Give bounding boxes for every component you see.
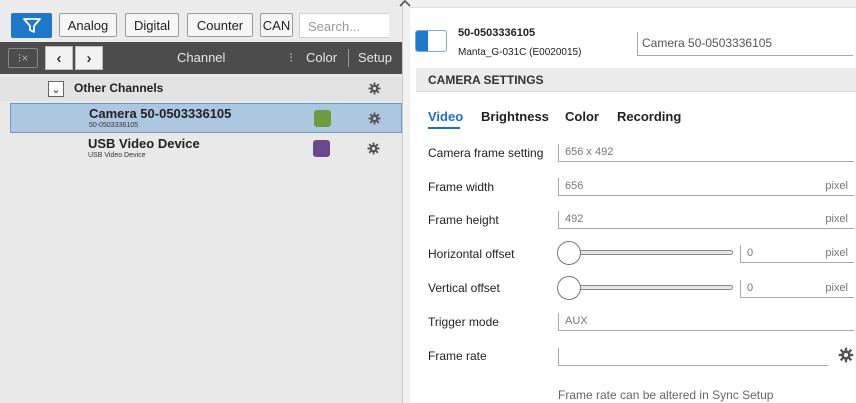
chevron-up-icon (399, 0, 411, 7)
channel-setup-gear-icon[interactable] (367, 142, 380, 155)
chevron-down-icon: ⌄ (51, 83, 61, 96)
vertical-offset-slider[interactable] (557, 276, 735, 300)
filter-tag-analog[interactable]: Analog (59, 13, 117, 37)
channel-setup-gear-icon[interactable] (368, 112, 381, 125)
frame-rate-note: Frame rate can be altered in Sync Setup (558, 388, 774, 402)
tab-video[interactable]: Video (428, 109, 463, 124)
vertical-offset-value: 0 (747, 282, 754, 294)
frame-height-value: 492 (565, 213, 584, 225)
frame-setting-label: Camera frame setting (428, 146, 544, 160)
horizontal-offset-slider[interactable] (557, 241, 735, 265)
filter-tag-counter[interactable]: Counter (187, 13, 253, 37)
vertical-offset-field[interactable]: 0 pixel (740, 280, 854, 298)
filter-tag-can[interactable]: CAN (260, 13, 293, 37)
section-title: CAMERA SETTINGS (416, 68, 856, 92)
channel-row-camera[interactable]: Camera 50-0503336105 50-0503336105 (10, 103, 402, 133)
column-resize-handle[interactable]: ⁝ (289, 42, 293, 74)
tab-recording[interactable]: Recording (617, 109, 681, 124)
slider-handle[interactable] (557, 276, 581, 300)
collapse-strip[interactable] (399, 0, 856, 8)
nav-back-button[interactable]: ‹ (45, 46, 73, 70)
active-tab-indicator (428, 127, 460, 129)
horizontal-offset-value: 0 (747, 247, 754, 259)
frame-height-label: Frame height (428, 213, 499, 227)
trigger-mode-field[interactable]: AUX (558, 313, 854, 331)
filter-icon (22, 17, 41, 33)
search-input[interactable]: Search... (299, 13, 389, 38)
channel-color-swatch[interactable] (313, 140, 330, 157)
filter-bar: Analog Digital Counter CAN Search... (0, 0, 402, 42)
tab-color[interactable]: Color (565, 109, 599, 124)
frame-rate-field[interactable] (558, 348, 828, 366)
column-divider (348, 49, 349, 67)
clear-selection-button[interactable]: ⁝× (8, 48, 38, 68)
channel-color-swatch[interactable] (314, 110, 331, 127)
frame-width-value: 656 (565, 180, 584, 192)
frame-rate-label: Frame rate (428, 349, 487, 363)
device-model: Manta_G-031C (E0020015) (458, 47, 582, 58)
frame-setting-value: 656 x 492 (565, 146, 614, 158)
chevron-left-icon: ‹ (56, 49, 62, 67)
slider-track[interactable] (571, 250, 733, 255)
group-row-other-channels[interactable]: ⌄ Other Channels (0, 77, 402, 101)
device-id: 50-0503336105 (458, 27, 536, 39)
filter-tag-digital[interactable]: Digital (125, 13, 179, 37)
channel-name-field[interactable]: Camera 50-0503336105 (637, 32, 853, 56)
unit-label: pixel (825, 213, 848, 225)
horizontal-offset-field[interactable]: 0 pixel (740, 245, 854, 263)
filter-button[interactable] (11, 13, 52, 38)
channel-name: Camera 50-0503336105 (89, 106, 232, 121)
vertical-offset-label: Vertical offset (428, 281, 500, 295)
slider-handle[interactable] (557, 241, 581, 265)
channel-subtitle: 50-0503336105 (89, 122, 139, 129)
column-header-setup[interactable]: Setup (358, 42, 392, 74)
frame-setting-field[interactable]: 656 x 492 (558, 144, 854, 162)
column-header-channel[interactable]: Channel (177, 42, 225, 74)
tab-brightness[interactable]: Brightness (481, 109, 549, 124)
group-label: Other Channels (74, 81, 164, 95)
frame-width-field[interactable]: 656 pixel (558, 178, 854, 196)
channel-name: USB Video Device (88, 136, 200, 151)
frame-rate-settings-gear-icon[interactable] (838, 347, 854, 363)
slider-track[interactable] (571, 285, 733, 290)
chevron-right-icon: › (86, 49, 92, 67)
group-checkbox[interactable]: ⌄ (48, 81, 64, 97)
nav-forward-button[interactable]: › (75, 46, 103, 70)
trigger-mode-value: AUX (565, 315, 588, 327)
channel-table-header: ⁝× ‹ › Channel ⁝ Color Setup (0, 42, 402, 74)
channel-row-usb-video[interactable]: USB Video Device USB Video Device (10, 134, 402, 164)
group-settings-gear-icon[interactable] (368, 82, 381, 95)
channel-subtitle: USB Video Device (88, 152, 146, 159)
column-header-color[interactable]: Color (306, 42, 337, 74)
clear-icon: ⁝× (17, 51, 29, 65)
unit-label: pixel (825, 180, 848, 192)
channel-enable-toggle[interactable] (415, 30, 447, 52)
trigger-mode-label: Trigger mode (428, 315, 499, 329)
frame-height-field[interactable]: 492 pixel (558, 211, 854, 229)
unit-label: pixel (825, 247, 848, 259)
frame-width-label: Frame width (428, 180, 495, 194)
panel-splitter[interactable] (402, 0, 410, 403)
settings-panel: 50-0503336105 Manta_G-031C (E0020015) Ca… (399, 0, 856, 403)
horizontal-offset-label: Horizontal offset (428, 247, 515, 261)
channel-panel: Analog Digital Counter CAN Search... ⁝× … (0, 0, 402, 403)
unit-label: pixel (825, 282, 848, 294)
